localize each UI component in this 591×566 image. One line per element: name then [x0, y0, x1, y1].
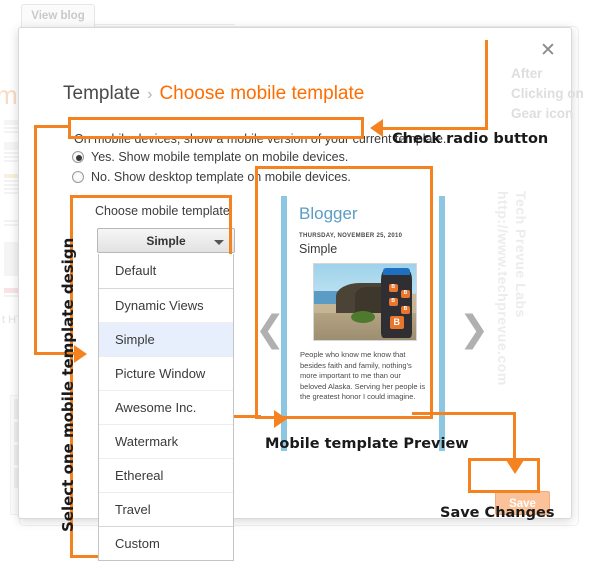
preview-body-text: People who know me know that besides fai… [300, 350, 426, 401]
watermark-site-url: http://www.techprevue.com [495, 191, 511, 386]
breadcrumb-separator-icon: › [147, 86, 153, 103]
preview-post-date: THURSDAY, NOVEMBER 25, 2010 [299, 233, 403, 239]
annotation-save-changes: Save Changes [440, 505, 555, 521]
preview-blog-title: Blogger [299, 204, 358, 223]
dropdown-item-travel[interactable]: Travel [99, 492, 233, 526]
screenshot-root: View blog mp t HT ✕ [0, 0, 591, 566]
template-dropdown-list[interactable]: Default Dynamic Views Simple Picture Win… [98, 254, 234, 561]
photo-sticker-icon: B [389, 315, 404, 329]
radio-yes-label: Yes. Show mobile template on mobile devi… [91, 150, 349, 164]
chevron-down-icon [214, 240, 224, 245]
watermark-after-clicking: After Clicking on Gear icon [511, 66, 584, 121]
radio-yes-icon[interactable] [72, 151, 84, 163]
photo-sticker-icon: B [400, 305, 410, 314]
radio-option-yes[interactable]: Yes. Show mobile template on mobile devi… [72, 150, 348, 164]
preview-right-accent-bar [439, 196, 445, 451]
radio-no-icon[interactable] [72, 171, 84, 183]
breadcrumb-current: Choose mobile template [159, 83, 365, 104]
photo-sticker-icon: B [400, 289, 410, 298]
choose-template-label: Choose mobile template [95, 204, 230, 218]
dropdown-item-awesome-inc[interactable]: Awesome Inc. [99, 390, 233, 424]
preview-post-photo: B B B B B [313, 263, 417, 341]
dropdown-item-picture-window[interactable]: Picture Window [99, 356, 233, 390]
preview-next-icon[interactable]: ❯ [459, 312, 489, 348]
annotation-select-template-design: Select one mobile template design [59, 237, 77, 532]
radio-option-no[interactable]: No. Show desktop template on mobile devi… [72, 170, 351, 184]
dropdown-item-simple[interactable]: Simple [99, 322, 233, 356]
dropdown-item-custom[interactable]: Custom [99, 526, 233, 560]
radio-no-label: No. Show desktop template on mobile devi… [91, 170, 351, 184]
breadcrumb: Template › Choose mobile template [63, 83, 364, 105]
preview-page: Blogger THURSDAY, NOVEMBER 25, 2010 Simp… [291, 196, 435, 451]
dropdown-item-ethereal[interactable]: Ethereal [99, 458, 233, 492]
template-dropdown-value: Simple [146, 234, 186, 248]
close-icon[interactable]: ✕ [537, 40, 559, 62]
preview-post-title: Simple [299, 242, 338, 256]
view-blog-tab[interactable]: View blog [21, 4, 95, 27]
mobile-template-preview: Blogger THURSDAY, NOVEMBER 25, 2010 Simp… [281, 196, 445, 451]
template-dropdown-button[interactable]: Simple [97, 228, 235, 253]
annotation-check-radio-button: Check radio button [392, 131, 549, 147]
annotation-mobile-template-preview: Mobile template Preview [265, 436, 469, 452]
preview-prev-icon[interactable]: ❮ [255, 312, 285, 348]
intro-text: On mobile devices, show a mobile version… [74, 132, 447, 146]
photo-sticker-icon: B [388, 283, 398, 292]
breadcrumb-parent[interactable]: Template [63, 83, 140, 104]
watermark-labs: Tech Prevue Labs [513, 191, 529, 318]
dropdown-item-watermark[interactable]: Watermark [99, 424, 233, 458]
photo-sticker-icon: B [388, 298, 398, 307]
dropdown-item-default[interactable]: Default [99, 254, 233, 288]
dropdown-item-dynamic-views[interactable]: Dynamic Views [99, 288, 233, 322]
